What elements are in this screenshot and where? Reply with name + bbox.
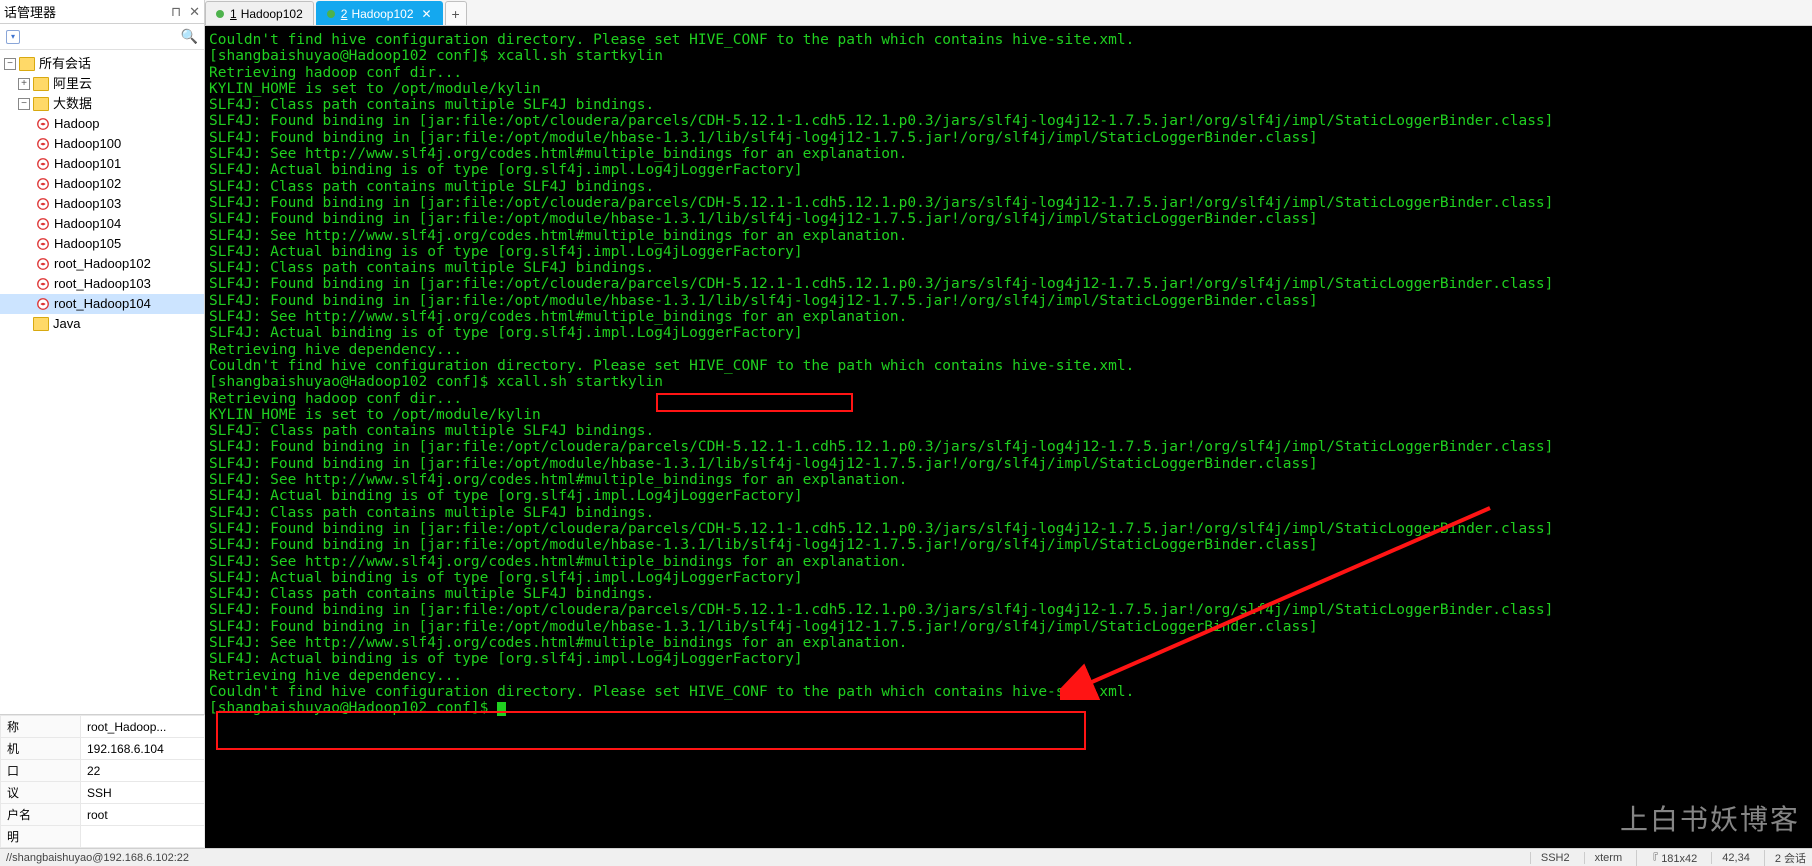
folder-icon	[33, 77, 49, 91]
session-item[interactable]: Hadoop101	[0, 154, 204, 174]
session-properties: 称root_Hadoop...机192.168.6.104口22议SSH户名ro…	[0, 714, 205, 848]
status-dot-icon	[216, 10, 224, 18]
session-item[interactable]: Hadoop102	[0, 174, 204, 194]
tree-label: 所有会话	[39, 54, 91, 74]
prop-key: 称	[1, 716, 81, 738]
tree-group-aliyun[interactable]: + 阿里云	[0, 74, 204, 94]
status-connection: //shangbaishuyao@192.168.6.102:22	[6, 852, 1516, 864]
prop-key: 口	[1, 760, 81, 782]
tab-label: Hadoop102	[351, 7, 413, 21]
session-label: Hadoop101	[54, 154, 121, 174]
session-label: root_Hadoop104	[54, 294, 151, 314]
property-row: 议SSH	[1, 782, 205, 804]
search-row[interactable]: ▾ 🔍	[0, 24, 204, 50]
session-icon	[36, 297, 50, 311]
search-icon[interactable]: 🔍	[181, 28, 198, 45]
session-tree: − 所有会话 + 阿里云 − 大数据 HadoopHadoop100Hadoop101…	[0, 50, 204, 338]
status-protocol: SSH2	[1530, 852, 1570, 864]
session-manager-sidebar: 话管理器 ⊓ ✕ ▾ 🔍 −所有会话 +阿里云 −大数据 HadoopHadoo…	[0, 0, 205, 730]
session-label: Hadoop	[54, 114, 100, 134]
prop-value: root	[81, 804, 205, 826]
add-tab-button[interactable]: +	[445, 1, 467, 25]
sidebar-title: 话管理器	[4, 2, 171, 21]
tree-group-bigdata[interactable]: − 大数据	[0, 94, 204, 114]
sidebar-header: 话管理器 ⊓ ✕	[0, 0, 204, 24]
prop-value: root_Hadoop...	[81, 716, 205, 738]
status-size: 『 181x42	[1636, 850, 1697, 866]
session-item[interactable]: Hadoop	[0, 114, 204, 134]
session-icon	[36, 197, 50, 211]
property-row: 称root_Hadoop...	[1, 716, 205, 738]
session-item[interactable]: Hadoop103	[0, 194, 204, 214]
tab-hadoop102-2[interactable]: 2 Hadoop102 ✕	[316, 1, 443, 25]
session-icon	[36, 157, 50, 171]
terminal-tabs: 1 Hadoop102 2 Hadoop102 ✕ +	[205, 0, 1812, 26]
status-bar: //shangbaishuyao@192.168.6.102:22 SSH2 x…	[0, 848, 1812, 866]
prop-key: 议	[1, 782, 81, 804]
status-sessions: 2 会话	[1764, 850, 1806, 866]
folder-icon	[33, 317, 49, 331]
tree-group-java[interactable]: Java	[0, 314, 204, 334]
prop-value: 192.168.6.104	[81, 738, 205, 760]
session-label: Hadoop104	[54, 214, 121, 234]
prop-key: 明	[1, 826, 81, 848]
tree-label: 大数据	[53, 94, 92, 114]
session-item[interactable]: root_Hadoop102	[0, 254, 204, 274]
property-row: 口22	[1, 760, 205, 782]
filter-dropdown-icon[interactable]: ▾	[6, 30, 20, 44]
tree-label: 阿里云	[53, 74, 92, 94]
session-icon	[36, 137, 50, 151]
prop-key: 户名	[1, 804, 81, 826]
session-label: Hadoop102	[54, 174, 121, 194]
pin-icon[interactable]: ⊓	[171, 4, 181, 20]
session-item[interactable]: Hadoop104	[0, 214, 204, 234]
tab-hadoop102-1[interactable]: 1 Hadoop102	[205, 1, 314, 25]
tree-root[interactable]: − 所有会话	[0, 54, 204, 74]
property-row: 户名root	[1, 804, 205, 826]
session-item[interactable]: Hadoop105	[0, 234, 204, 254]
session-label: Hadoop105	[54, 234, 121, 254]
collapse-icon[interactable]: −	[18, 98, 30, 110]
property-row: 机192.168.6.104	[1, 738, 205, 760]
tab-number: 2	[341, 7, 348, 21]
session-icon	[36, 277, 50, 291]
close-icon[interactable]: ✕	[189, 4, 200, 20]
folder-icon	[33, 97, 49, 111]
session-icon	[36, 217, 50, 231]
session-item[interactable]: root_Hadoop103	[0, 274, 204, 294]
session-item[interactable]: Hadoop100	[0, 134, 204, 154]
prop-key: 机	[1, 738, 81, 760]
property-row: 明	[1, 826, 205, 848]
properties-table: 称root_Hadoop...机192.168.6.104口22议SSH户名ro…	[0, 715, 205, 848]
status-term: xterm	[1584, 852, 1623, 864]
session-icon	[36, 117, 50, 131]
prop-value: SSH	[81, 782, 205, 804]
session-item[interactable]: root_Hadoop104	[0, 294, 204, 314]
session-label: Hadoop100	[54, 134, 121, 154]
session-icon	[36, 177, 50, 191]
session-icon	[36, 237, 50, 251]
tree-label: Java	[53, 314, 80, 334]
folder-icon	[19, 57, 35, 71]
terminal-output[interactable]: Couldn't find hive configuration directo…	[205, 26, 1812, 848]
expand-icon[interactable]: +	[18, 78, 30, 90]
status-dot-icon	[327, 10, 335, 18]
session-label: root_Hadoop102	[54, 254, 151, 274]
close-tab-icon[interactable]: ✕	[422, 7, 432, 21]
collapse-icon[interactable]: −	[4, 58, 16, 70]
session-label: Hadoop103	[54, 194, 121, 214]
tab-number: 1	[230, 7, 237, 21]
prop-value: 22	[81, 760, 205, 782]
status-cursor: 42,34	[1711, 852, 1750, 864]
session-label: root_Hadoop103	[54, 274, 151, 294]
tab-label: Hadoop102	[241, 7, 303, 21]
session-icon	[36, 257, 50, 271]
prop-value	[81, 826, 205, 848]
